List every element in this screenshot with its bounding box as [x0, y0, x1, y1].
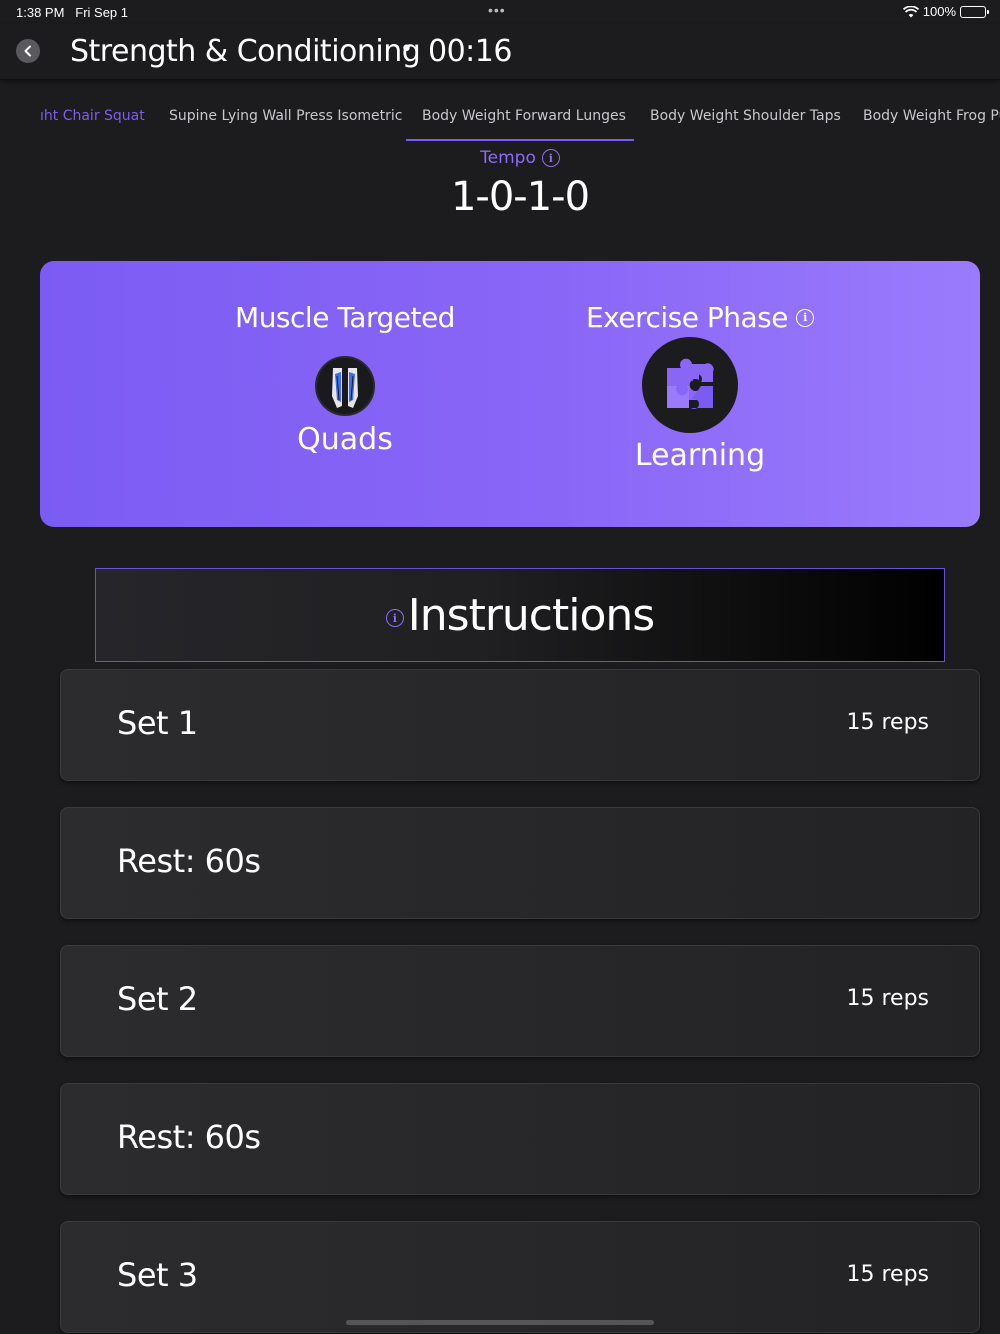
muscle-targeted-heading: Muscle Targeted: [235, 301, 455, 334]
set-title: Set 2: [117, 980, 198, 1018]
rest-row[interactable]: Rest: 60s: [60, 807, 980, 919]
title-separator: •: [400, 37, 413, 62]
page-title: Strength & Conditioning: [70, 34, 421, 69]
workout-timer: 00:16: [428, 34, 512, 69]
home-indicator[interactable]: [346, 1320, 654, 1325]
wifi-icon: [902, 5, 919, 17]
phase-info-icon[interactable]: i: [796, 308, 814, 327]
quads-muscle-icon: [315, 356, 375, 416]
tempo-label: Tempo: [480, 148, 536, 168]
set-reps: 15 reps: [846, 710, 929, 735]
exercise-tabs: ıht Chair Squat Supine Lying Wall Press …: [0, 96, 1000, 142]
set-title: Set 3: [117, 1256, 198, 1294]
set-reps: 15 reps: [846, 1262, 929, 1287]
exercise-phase-section: Exercise Phase i Learning: [580, 301, 820, 473]
puzzle-icon: [641, 336, 739, 434]
instructions-label: Instructions: [407, 589, 655, 641]
tab-chair-squat[interactable]: ıht Chair Squat: [40, 108, 145, 124]
set-reps: 15 reps: [846, 986, 929, 1011]
rest-title: Rest: 60s: [117, 1118, 261, 1156]
set-row[interactable]: Set 3 15 reps: [60, 1221, 980, 1333]
exercise-phase-header: Exercise Phase i: [580, 301, 820, 334]
exercise-phase-heading: Exercise Phase: [585, 301, 789, 334]
chevron-left-icon: [24, 45, 31, 57]
back-button[interactable]: [16, 39, 40, 63]
tab-selected-indicator: [406, 139, 634, 141]
tab-frog-pumps[interactable]: Body Weight Frog Pu: [863, 108, 1000, 124]
multitasking-dots-icon[interactable]: •••: [488, 2, 506, 18]
tab-forward-lunges[interactable]: Body Weight Forward Lunges: [422, 108, 626, 124]
instructions-info-icon: i: [385, 609, 404, 627]
status-time: 1:38 PM Fri Sep 1: [16, 5, 129, 20]
set-title: Set 1: [117, 704, 198, 742]
set-row[interactable]: Set 1 15 reps: [60, 669, 980, 781]
tempo-section: Tempo i: [0, 148, 1000, 168]
tab-supine-lying-wall-press[interactable]: Supine Lying Wall Press Isometric: [169, 108, 403, 124]
tab-shoulder-taps[interactable]: Body Weight Shoulder Taps: [650, 108, 841, 124]
instructions-button[interactable]: i Instructions: [95, 568, 945, 662]
set-row[interactable]: Set 2 15 reps: [60, 945, 980, 1057]
exercise-summary-card: Muscle Targeted Quads Exercise Phase i L…: [40, 261, 980, 527]
tempo-info-icon[interactable]: i: [541, 149, 560, 167]
battery-percent: 100%: [922, 4, 956, 19]
status-bar: 1:38 PM Fri Sep 1 ••• 100%: [0, 0, 1000, 24]
rest-title: Rest: 60s: [117, 842, 261, 880]
tempo-value: 1-0-1-0: [450, 174, 590, 220]
battery-icon: [960, 5, 989, 18]
exercise-phase-value: Learning: [634, 438, 766, 473]
muscle-targeted-value: Quads: [297, 422, 393, 457]
rest-row[interactable]: Rest: 60s: [60, 1083, 980, 1195]
muscle-targeted-section: Muscle Targeted Quads: [230, 301, 460, 457]
header: Strength & Conditioning • 00:16: [0, 24, 1000, 80]
status-indicators: 100%: [902, 4, 989, 19]
